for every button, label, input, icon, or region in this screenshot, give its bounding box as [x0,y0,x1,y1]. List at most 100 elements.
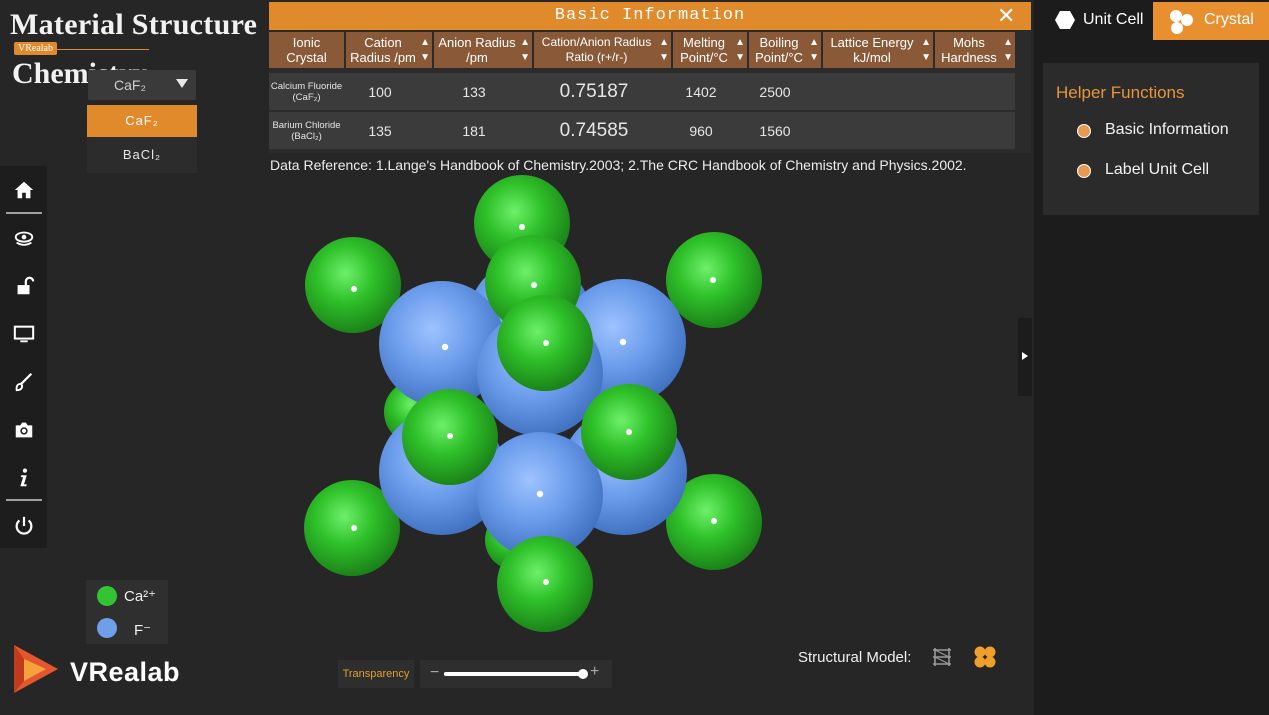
cell-radius-ratio: 0.75187 [559,80,629,102]
tab-label: Unit Cell [1083,11,1144,28]
toolbar-divider [6,499,42,501]
panel-title: Basic Information [554,6,746,25]
crystal-dropdown[interactable]: CaF₂ [88,70,196,100]
cell-melting-point: 960 [689,122,713,139]
camera-icon [15,422,32,437]
helper-basic-information[interactable]: Basic Information [1077,119,1257,143]
helper-functions-panel: Helper Functions Basic Information Label… [1043,63,1259,215]
panel-toggle-button[interactable] [1018,318,1032,396]
hexagon-icon [1055,11,1075,29]
cell-radius-ratio: 0.74585 [559,119,629,141]
column-header-lattice-energy[interactable]: Lattice Energy kJ/mol ▲ ▼ [823,32,933,68]
home-icon [14,181,33,198]
brand-logo-text: VRealab [70,657,181,687]
monitor-icon [13,325,34,342]
brand-badge: VRealab [14,42,57,55]
column-header-mohs-hardness[interactable]: Mohs Hardness ▲ ▼ [935,32,1015,68]
column-header-label: Mohs Hardness [941,35,997,65]
column-header-label: Anion Radius /pm [438,35,516,65]
cell-cation-radius: 100 [368,83,392,100]
column-header-boiling-point[interactable]: Boiling Point/°C ▲ ▼ [749,32,821,68]
cell-mohs-hardness [935,112,997,149]
atom-group [304,175,762,632]
calcium-legend-swatch [97,586,117,606]
screenshot-button[interactable] [0,406,47,453]
screen-button[interactable] [0,310,47,357]
power-icon [15,516,32,535]
tab-unit-cell[interactable]: Unit Cell [1034,0,1152,40]
transparency-slider[interactable]: − + [420,660,612,688]
column-header-label: Lattice Energy kJ/mol [830,35,914,65]
info-button[interactable] [0,454,47,501]
slider-handle[interactable] [578,669,589,679]
slider-track[interactable] [444,669,589,679]
left-toolbar [0,166,47,548]
cell-boiling-point: 2500 [759,83,791,100]
column-header-cation-radius[interactable]: Cation Radius /pm ▲ ▼ [346,32,432,68]
transparency-label: Transparency [342,668,410,680]
unlock-button[interactable] [0,262,47,309]
table-row: Calcium Fluoride (CaF₂) 100 133 0.75187 … [269,73,1015,110]
column-header-ionic-crystal: Ionic Crystal [269,32,344,68]
tab-label: Crystal [1204,11,1254,28]
crystal-cluster-icon [1170,10,1193,34]
view-button[interactable] [0,214,47,261]
column-header-melting-point[interactable]: Melting Point/°C ▲ ▼ [673,32,747,68]
helper-label-unit-cell[interactable]: Label Unit Cell [1077,159,1257,183]
column-header-label: Boiling Point/°C [755,35,803,65]
unlock-icon [17,276,34,294]
cell-anion-radius: 133 [462,83,486,100]
decrease-icon[interactable]: − [430,664,439,682]
column-header-label: Ionic Crystal [286,35,327,65]
helper-functions-title: Helper Functions [1056,83,1185,102]
crystal-structure-viewport[interactable] [290,170,790,640]
space-filling-model-icon[interactable] [973,645,997,669]
structural-model-label: Structural Model: [798,649,912,666]
chevron-down-icon [176,79,188,88]
title-divider [54,49,149,50]
helper-item-label: Label Unit Cell [1105,161,1210,178]
increase-icon[interactable]: + [590,663,599,681]
cell-crystal-name: Barium Chloride (BaCl₂) [272,119,341,142]
sort-icon[interactable]: ▲ ▼ [520,35,530,65]
sort-icon[interactable]: ▲ ▼ [659,35,669,65]
transparency-label-box: Transparency [338,660,414,688]
cell-anion-radius: 181 [462,122,486,139]
home-button[interactable] [0,166,47,213]
brush-icon [15,372,32,391]
sort-icon[interactable]: ▲ ▼ [420,35,430,65]
right-panel: Unit Cell Crystal Helper Functions Basic… [1034,0,1269,715]
power-button[interactable] [0,502,47,549]
cell-cation-radius: 135 [368,122,392,139]
cell-boiling-point: 1560 [759,122,791,139]
dropdown-option-caf2[interactable]: CaF₂ [87,105,197,137]
radio-icon [1077,164,1091,178]
sort-icon[interactable]: ▲ ▼ [735,35,745,65]
sort-icon[interactable]: ▲ ▼ [1003,35,1013,65]
column-header-anion-radius[interactable]: Anion Radius /pm ▲ ▼ [434,32,532,68]
radio-icon [1077,124,1091,138]
dropdown-selected-value: CaF₂ [114,77,146,93]
cell-lattice-energy [823,73,915,110]
column-header-label: Cation Radius /pm [350,35,416,65]
sort-icon[interactable]: ▲ ▼ [921,35,931,65]
vrealab-logo-icon [14,645,58,693]
close-icon[interactable]: ✕ [997,4,1015,28]
fluoride-legend-swatch [97,618,117,638]
dropdown-list: CaF₂ BaCl₂ [87,105,197,173]
column-header-radius-ratio[interactable]: Cation/Anion Radius Ratio (r+/r-) ▲ ▼ [534,32,671,68]
sort-icon[interactable]: ▲ ▼ [809,35,819,65]
tab-crystal[interactable]: Crystal [1153,2,1269,40]
cell-melting-point: 1402 [685,83,717,100]
info-icon [19,468,27,486]
draw-button[interactable] [0,358,47,405]
slider-fill [444,672,584,676]
chevron-right-icon [1022,352,1028,360]
basic-information-panel: Basic Information ✕ Ionic Crystal Cation… [269,2,1031,153]
dropdown-option-bacl2[interactable]: BaCl₂ [87,139,197,171]
column-header-label: Cation/Anion Radius Ratio (r+/r-) [541,35,652,64]
calcium-legend-label: Ca²⁺ [124,588,157,605]
fluoride-legend-label: F⁻ [134,622,152,639]
lattice-model-icon[interactable] [930,645,954,669]
table-row: Barium Chloride (BaCl₂) 135 181 0.74585 … [269,112,1015,149]
